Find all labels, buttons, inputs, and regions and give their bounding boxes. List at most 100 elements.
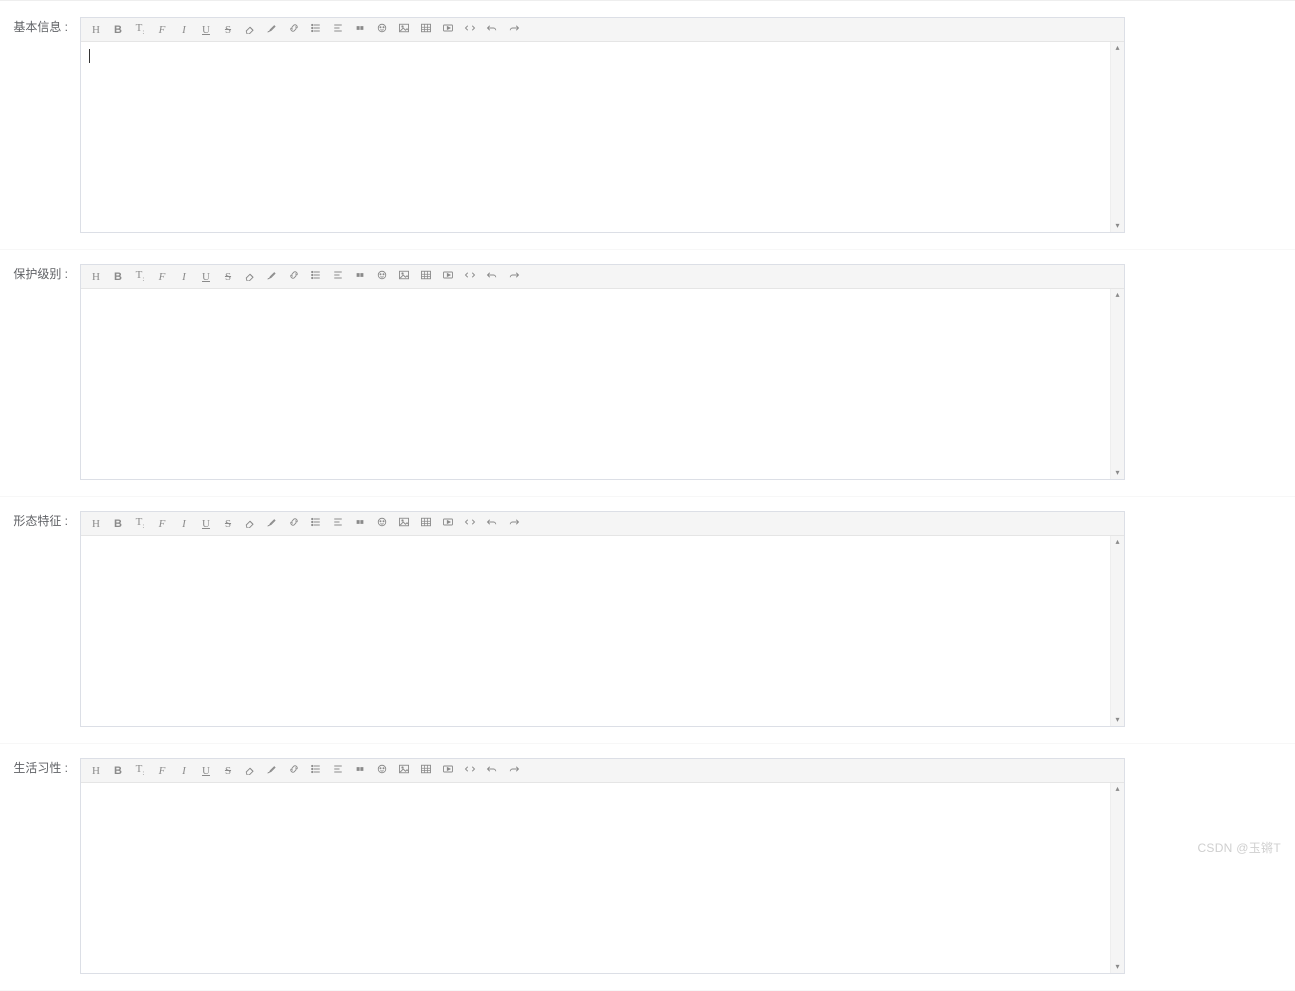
emoji-button[interactable]: [371, 513, 393, 535]
video-button[interactable]: [437, 266, 459, 288]
eraser-button[interactable]: [239, 19, 261, 41]
emoji-button[interactable]: [371, 266, 393, 288]
quote-button[interactable]: [349, 513, 371, 535]
italic-button[interactable]: I: [173, 266, 195, 288]
eraser-button[interactable]: [239, 513, 261, 535]
code-button[interactable]: [459, 266, 481, 288]
scrollbar-protect[interactable]: ▴▾: [1110, 289, 1124, 479]
forecolor-button[interactable]: [261, 760, 283, 782]
strike-button[interactable]: S: [217, 266, 239, 288]
underline-button[interactable]: U: [195, 266, 217, 288]
image-button[interactable]: [393, 513, 415, 535]
brush-icon: [266, 763, 278, 778]
video-button[interactable]: [437, 19, 459, 41]
forecolor-button[interactable]: [261, 513, 283, 535]
redo-button[interactable]: [503, 266, 525, 288]
fontfamily-button[interactable]: F: [151, 19, 173, 41]
fontsize-button[interactable]: T:: [129, 513, 151, 535]
fontfamily-button[interactable]: F: [151, 266, 173, 288]
fontsize-button[interactable]: T:: [129, 266, 151, 288]
undo-button[interactable]: [481, 19, 503, 41]
table-button[interactable]: [415, 760, 437, 782]
link-button[interactable]: [283, 266, 305, 288]
edit-content-morph[interactable]: [81, 536, 1124, 726]
scroll-down-icon: ▾: [1115, 467, 1119, 479]
scrollbar-basic[interactable]: ▴▾: [1110, 42, 1124, 232]
editor-wrap-habit: HBT:FIUS ▴▾: [80, 758, 1125, 974]
image-button[interactable]: [393, 266, 415, 288]
image-button[interactable]: [393, 19, 415, 41]
list-button[interactable]: [305, 513, 327, 535]
image-button[interactable]: [393, 760, 415, 782]
align-icon: [332, 516, 344, 531]
table-button[interactable]: [415, 19, 437, 41]
strike-icon: S: [225, 24, 231, 36]
bold-button[interactable]: B: [107, 760, 129, 782]
align-button[interactable]: [327, 760, 349, 782]
link-button[interactable]: [283, 760, 305, 782]
quote-button[interactable]: [349, 19, 371, 41]
video-button[interactable]: [437, 513, 459, 535]
heading-button[interactable]: H: [85, 760, 107, 782]
scroll-down-icon: ▾: [1115, 220, 1119, 232]
list-button[interactable]: [305, 760, 327, 782]
code-button[interactable]: [459, 760, 481, 782]
heading-button[interactable]: H: [85, 19, 107, 41]
scrollbar-morph[interactable]: ▴▾: [1110, 536, 1124, 726]
fontsize-button[interactable]: T:: [129, 19, 151, 41]
link-button[interactable]: [283, 19, 305, 41]
redo-button[interactable]: [503, 513, 525, 535]
strike-icon: S: [225, 271, 231, 283]
table-button[interactable]: [415, 513, 437, 535]
edit-content-basic[interactable]: [81, 42, 1124, 232]
quote-button[interactable]: [349, 266, 371, 288]
link-button[interactable]: [283, 513, 305, 535]
list-button[interactable]: [305, 19, 327, 41]
italic-button[interactable]: I: [173, 513, 195, 535]
italic-button[interactable]: I: [173, 760, 195, 782]
undo-button[interactable]: [481, 266, 503, 288]
eraser-button[interactable]: [239, 266, 261, 288]
undo-button[interactable]: [481, 760, 503, 782]
heading-button[interactable]: H: [85, 513, 107, 535]
editor-wrap-basic: HBT:FIUS ▴▾: [80, 17, 1125, 233]
bold-button[interactable]: B: [107, 19, 129, 41]
code-button[interactable]: [459, 19, 481, 41]
eraser-button[interactable]: [239, 760, 261, 782]
fontfamily-button[interactable]: F: [151, 513, 173, 535]
italic-button[interactable]: I: [173, 19, 195, 41]
emoji-button[interactable]: [371, 760, 393, 782]
align-button[interactable]: [327, 19, 349, 41]
emoji-button[interactable]: [371, 19, 393, 41]
video-button[interactable]: [437, 760, 459, 782]
fontfamily-button[interactable]: F: [151, 760, 173, 782]
heading-button[interactable]: H: [85, 266, 107, 288]
align-button[interactable]: [327, 513, 349, 535]
scrollbar-habit[interactable]: ▴▾: [1110, 783, 1124, 973]
eraser-icon: [244, 22, 256, 37]
underline-button[interactable]: U: [195, 513, 217, 535]
table-button[interactable]: [415, 266, 437, 288]
underline-button[interactable]: U: [195, 760, 217, 782]
fontsize-button[interactable]: T:: [129, 760, 151, 782]
forecolor-button[interactable]: [261, 266, 283, 288]
align-button[interactable]: [327, 266, 349, 288]
strike-button[interactable]: S: [217, 513, 239, 535]
edit-content-protect[interactable]: [81, 289, 1124, 479]
edit-area-protect: ▴▾: [81, 289, 1124, 479]
edit-content-habit[interactable]: [81, 783, 1124, 973]
redo-button[interactable]: [503, 760, 525, 782]
undo-button[interactable]: [481, 513, 503, 535]
code-button[interactable]: [459, 513, 481, 535]
bold-button[interactable]: B: [107, 513, 129, 535]
quote-button[interactable]: [349, 760, 371, 782]
undo-icon: [486, 269, 498, 284]
forecolor-button[interactable]: [261, 19, 283, 41]
redo-icon: [508, 763, 520, 778]
redo-button[interactable]: [503, 19, 525, 41]
list-button[interactable]: [305, 266, 327, 288]
underline-button[interactable]: U: [195, 19, 217, 41]
bold-button[interactable]: B: [107, 266, 129, 288]
strike-button[interactable]: S: [217, 19, 239, 41]
strike-button[interactable]: S: [217, 760, 239, 782]
